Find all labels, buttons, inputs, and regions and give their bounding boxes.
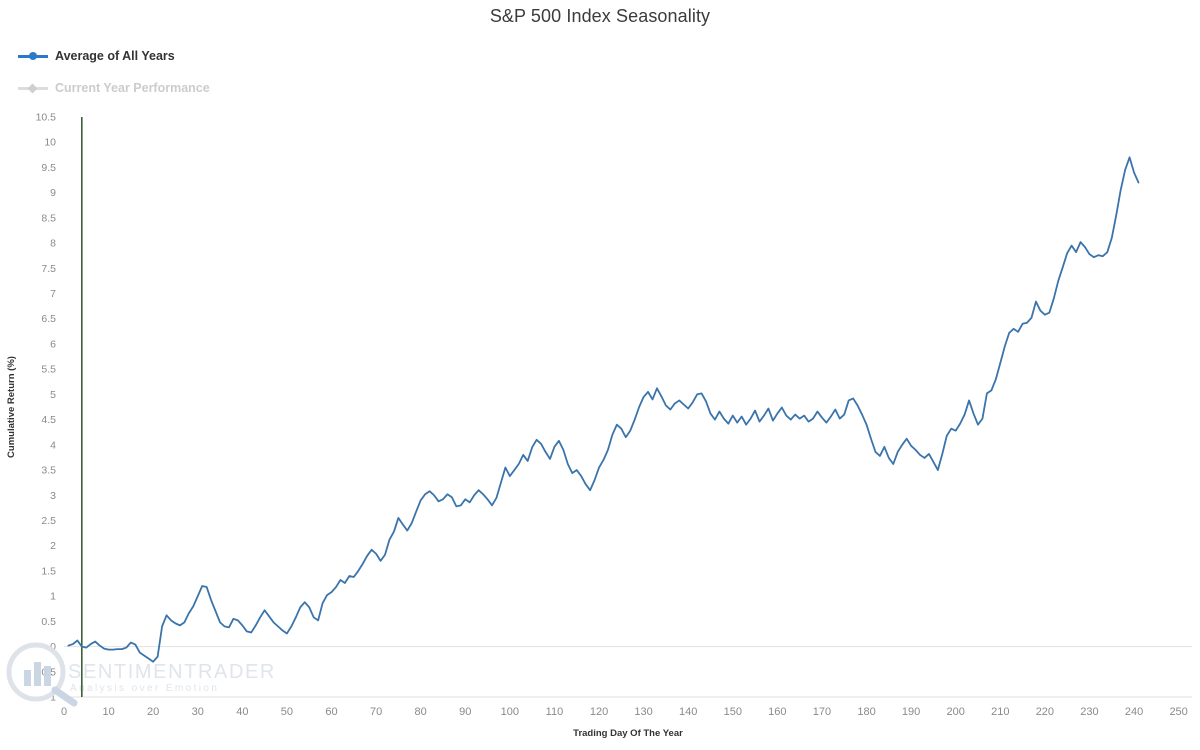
y-axis-tick-label: 0.5 bbox=[41, 616, 56, 628]
x-axis-tick-label: 230 bbox=[1080, 706, 1098, 718]
x-axis-tick-label: 110 bbox=[546, 706, 564, 718]
x-axis-tick-label: 200 bbox=[947, 706, 965, 718]
y-axis-ticks: -1-0.500.511.522.533.544.555.566.577.588… bbox=[36, 112, 57, 704]
x-axis-tick-label: 220 bbox=[1036, 706, 1054, 718]
y-axis-tick-label: 7.5 bbox=[41, 263, 56, 275]
x-axis-tick-label: 90 bbox=[459, 706, 471, 718]
x-axis-tick-label: 70 bbox=[370, 706, 382, 718]
x-axis-tick-label: 50 bbox=[281, 706, 293, 718]
x-axis-tick-label: 80 bbox=[415, 706, 427, 718]
y-axis-tick-label: 3 bbox=[50, 490, 56, 502]
y-axis-tick-label: 1 bbox=[50, 591, 56, 603]
y-axis-tick-label: 7 bbox=[50, 288, 56, 300]
y-axis-tick-label: 6.5 bbox=[41, 313, 56, 325]
x-axis-tick-label: 190 bbox=[902, 706, 920, 718]
x-axis-tick-label: 120 bbox=[590, 706, 608, 718]
watermark-sub-text: Analysis over Emotion bbox=[70, 683, 219, 694]
y-axis-tick-label: 3.5 bbox=[41, 465, 56, 477]
x-axis-tick-label: 20 bbox=[147, 706, 159, 718]
y-axis-tick-label: 10.5 bbox=[36, 112, 57, 124]
x-axis-tick-label: 0 bbox=[61, 706, 67, 718]
watermark-main-text: SENTIMENTRADER bbox=[68, 661, 276, 683]
y-axis-tick-label: 4 bbox=[50, 439, 56, 451]
y-axis-tick-label: 2 bbox=[50, 540, 56, 552]
x-axis-tick-label: 10 bbox=[102, 706, 114, 718]
x-axis-tick-label: 180 bbox=[857, 706, 875, 718]
y-axis-tick-label: 9 bbox=[50, 187, 56, 199]
x-axis-ticks: 0 10 20 30 40 50 60 70 80 90 100 110 120 130 140 150 160… bbox=[61, 706, 1188, 718]
y-axis-tick-label: 8.5 bbox=[41, 212, 56, 224]
y-axis-tick-label: 5.5 bbox=[41, 364, 56, 376]
x-axis-tick-label: 130 bbox=[634, 706, 652, 718]
x-axis-tick-label: 140 bbox=[679, 706, 697, 718]
series-line-average-of-all-years[interactable] bbox=[67, 156, 1140, 663]
x-axis-tick-label: 40 bbox=[236, 706, 248, 718]
y-axis-tick-label: 6 bbox=[50, 338, 56, 350]
y-axis-tick-label: 9.5 bbox=[41, 162, 56, 174]
y-axis-tick-label: 10 bbox=[44, 137, 56, 149]
chart-plot-area[interactable]: -1-0.500.511.522.533.544.555.566.577.588… bbox=[0, 0, 1200, 750]
x-axis-tick-label: 150 bbox=[724, 706, 742, 718]
y-axis-tick-label: 8 bbox=[50, 238, 56, 250]
x-axis-tick-label: 160 bbox=[768, 706, 786, 718]
x-axis-tick-label: 60 bbox=[325, 706, 337, 718]
x-axis-tick-label: 170 bbox=[813, 706, 831, 718]
x-axis-title: Trading Day Of The Year bbox=[573, 728, 683, 739]
y-axis-tick-label: 2.5 bbox=[41, 515, 56, 527]
x-axis-tick-label: 210 bbox=[991, 706, 1009, 718]
x-axis-tick-label: 240 bbox=[1125, 706, 1143, 718]
y-axis-tick-label: 4.5 bbox=[41, 414, 56, 426]
chart-container: S&P 500 Index Seasonality Average of All… bbox=[0, 0, 1200, 750]
x-axis-tick-label: 250 bbox=[1169, 706, 1187, 718]
y-axis-tick-label: 1.5 bbox=[41, 565, 56, 577]
x-axis-tick-label: 100 bbox=[501, 706, 519, 718]
y-axis-title: Cumulative Return (%) bbox=[6, 356, 17, 458]
x-axis-tick-label: 30 bbox=[192, 706, 204, 718]
y-axis-tick-label: 5 bbox=[50, 389, 56, 401]
